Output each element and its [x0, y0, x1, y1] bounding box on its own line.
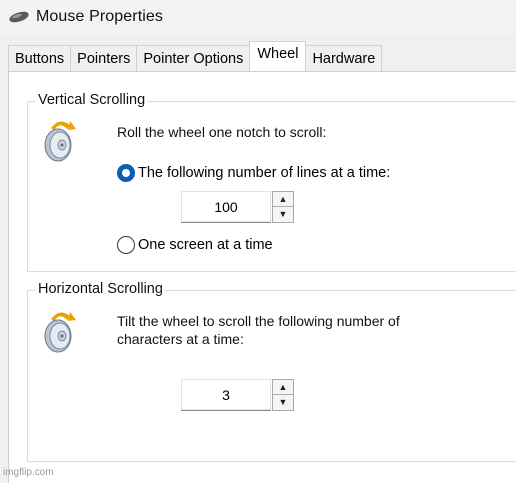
- characters-count-input[interactable]: [181, 379, 271, 411]
- tab-buttons[interactable]: Buttons: [8, 45, 72, 71]
- tab-wheel[interactable]: Wheel: [249, 41, 307, 71]
- characters-spin-buttons: ▲ ▼: [272, 379, 294, 411]
- one-screen-option[interactable]: One screen at a time: [117, 236, 273, 254]
- lines-at-a-time-option[interactable]: The following number of lines at a time:: [117, 164, 390, 182]
- tab-pointers[interactable]: Pointers: [70, 45, 138, 71]
- mouse-icon: [9, 11, 29, 23]
- horizontal-prompt-line-1: Tilt the wheel to scroll the following n…: [117, 313, 400, 329]
- lines-decrement-button[interactable]: ▼: [272, 207, 294, 223]
- imgflip-watermark: imgflip.com: [3, 467, 54, 478]
- mouse-wheel-vertical-icon: [44, 121, 76, 162]
- lines-spin-buttons: ▲ ▼: [272, 191, 294, 223]
- lines-at-a-time-radio[interactable]: [117, 164, 135, 182]
- mouse-properties-window: Mouse Properties Buttons Pointers Pointe…: [0, 0, 516, 483]
- lines-count-input[interactable]: [181, 191, 271, 223]
- mouse-wheel-horizontal-icon: [44, 312, 76, 353]
- vertical-scrolling-legend: Vertical Scrolling: [36, 92, 148, 108]
- vertical-scrolling-group: Vertical Scrolling Roll the wheel one no…: [27, 92, 516, 272]
- tab-strip: Buttons Pointers Pointer Options Wheel H…: [8, 41, 383, 71]
- one-screen-radio[interactable]: [117, 236, 135, 254]
- title-bar[interactable]: Mouse Properties: [0, 0, 516, 34]
- window-title: Mouse Properties: [36, 8, 163, 25]
- vertical-prompt: Roll the wheel one notch to scroll:: [117, 124, 327, 140]
- lines-increment-button[interactable]: ▲: [272, 191, 294, 207]
- horizontal-scrolling-group: Horizontal Scrolling Tilt the wheel to s…: [27, 281, 516, 462]
- characters-spinner: ▲ ▼: [181, 379, 294, 411]
- wheel-tab-panel: Vertical Scrolling Roll the wheel one no…: [8, 71, 516, 483]
- characters-decrement-button[interactable]: ▼: [272, 395, 294, 411]
- lines-at-a-time-label: The following number of lines at a time:: [138, 165, 391, 181]
- horizontal-scrolling-legend: Horizontal Scrolling: [36, 281, 165, 297]
- tab-pointer-options[interactable]: Pointer Options: [136, 45, 251, 71]
- horizontal-prompt-line-2: characters at a time:: [117, 331, 244, 347]
- one-screen-label: One screen at a time: [138, 237, 273, 253]
- tab-hardware[interactable]: Hardware: [305, 45, 383, 71]
- characters-increment-button[interactable]: ▲: [272, 379, 294, 395]
- lines-spinner: ▲ ▼: [181, 191, 294, 223]
